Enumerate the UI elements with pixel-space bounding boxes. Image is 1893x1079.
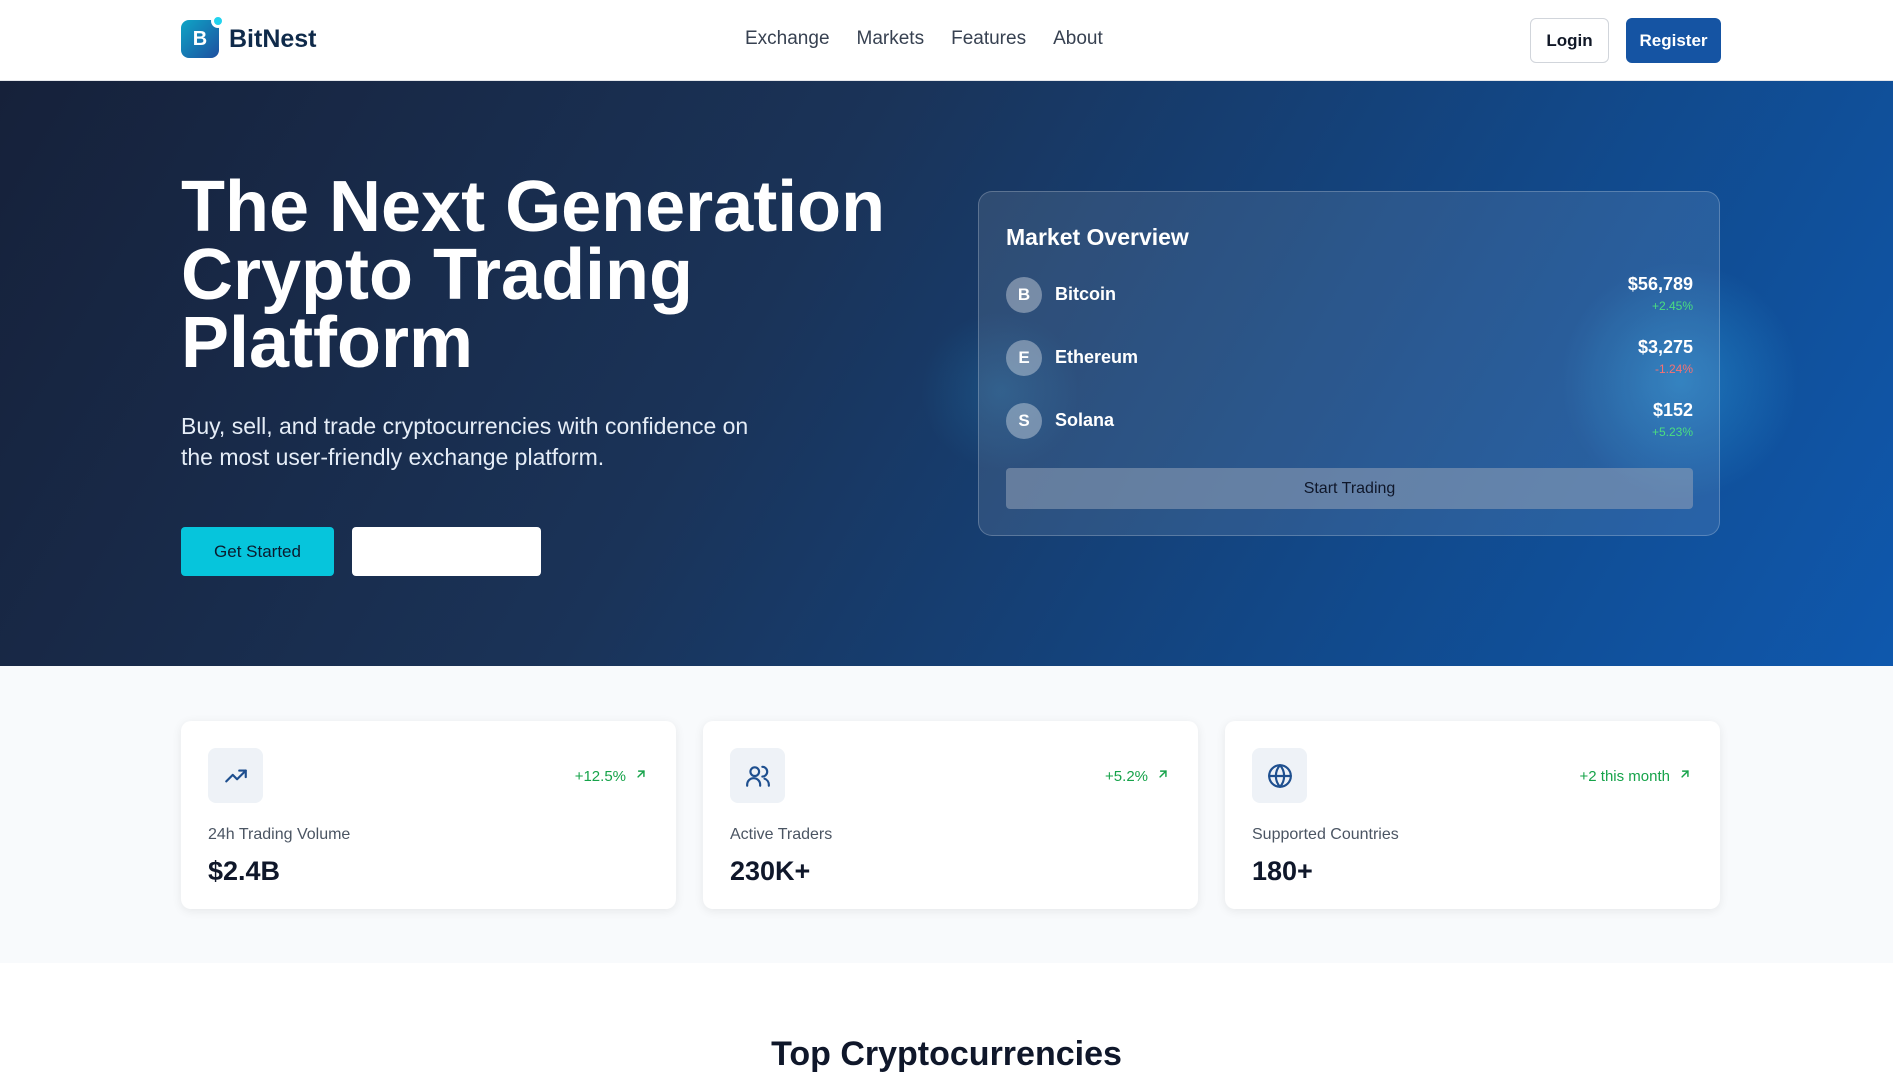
stat-change: +5.2%	[1105, 767, 1170, 785]
nav-exchange[interactable]: Exchange	[745, 28, 830, 50]
users-icon	[730, 748, 785, 803]
coin-name: Ethereum	[1055, 347, 1139, 367]
stat-value: $2.4B	[208, 856, 281, 886]
hero-title: The Next Generation Crypto Trading Platf…	[181, 167, 886, 383]
hero-subtitle: Buy, sell, and trade cryptocurrencies wi…	[181, 413, 749, 470]
coin-price: $56,789	[1627, 274, 1693, 294]
secondary-hero-button[interactable]	[352, 527, 541, 576]
market-overview-title: Market Overview	[1006, 224, 1189, 250]
coin-avatar: E	[1006, 340, 1042, 376]
hero-section: The Next Generation Crypto Trading Platf…	[0, 81, 1893, 666]
nav-features[interactable]: Features	[951, 28, 1026, 50]
stats-section: +12.5% 24h Trading Volume $2.4B +5.2% Ac…	[0, 666, 1893, 963]
start-trading-button[interactable]: Start Trading	[1006, 468, 1693, 509]
top-navbar: B BitNest Exchange Markets Features Abou…	[0, 0, 1893, 81]
coin-price: $152	[1652, 400, 1693, 420]
brand-logo[interactable]: B BitNest	[181, 14, 317, 58]
stat-value: 230K+	[730, 856, 811, 886]
coin-avatar: S	[1006, 403, 1042, 439]
coin-change: +5.23%	[1651, 425, 1693, 439]
main-nav: Exchange Markets Features About	[745, 28, 1103, 50]
logo-mark: B	[181, 14, 225, 58]
get-started-button[interactable]: Get Started	[181, 527, 334, 576]
coin-avatar: B	[1006, 277, 1042, 313]
logo-dot	[211, 14, 225, 28]
stat-label: Active Traders	[730, 826, 833, 843]
stat-card-countries: +2 this month Supported Countries 180+	[1225, 721, 1720, 909]
stat-change-value: +2 this month	[1579, 767, 1670, 785]
stat-change-value: +12.5%	[574, 767, 626, 785]
arrow-up-right-icon	[1678, 767, 1692, 785]
arrow-up-right-icon	[1156, 767, 1170, 785]
nav-about[interactable]: About	[1053, 28, 1103, 50]
nav-markets[interactable]: Markets	[857, 28, 925, 50]
coin-change: +2.45%	[1651, 299, 1693, 313]
stat-label: Supported Countries	[1252, 826, 1399, 843]
register-button[interactable]: Register	[1626, 18, 1721, 63]
stat-change: +12.5%	[575, 767, 648, 785]
coin-change: -1.24%	[1654, 362, 1693, 376]
stat-change: +2 this month	[1580, 767, 1692, 785]
stat-value: 180+	[1252, 856, 1313, 886]
stat-card-traders: +5.2% Active Traders 230K+	[703, 721, 1198, 909]
login-button[interactable]: Login	[1530, 18, 1609, 63]
coin-row-bitcoin[interactable]: B Bitcoin $56,789 +2.45%	[1006, 271, 1693, 321]
globe-icon	[1252, 748, 1307, 803]
logo-letter: B	[192, 27, 208, 50]
stat-card-volume: +12.5% 24h Trading Volume $2.4B	[181, 721, 676, 909]
stat-change-value: +5.2%	[1105, 767, 1148, 785]
coin-price: $3,275	[1637, 337, 1693, 357]
top-cryptocurrencies-heading: Top Cryptocurrencies	[771, 1035, 1122, 1073]
stat-label: 24h Trading Volume	[208, 826, 351, 843]
coin-row-solana[interactable]: S Solana $152 +5.23%	[1006, 397, 1693, 447]
trending-up-icon	[208, 748, 263, 803]
market-overview-card: Market Overview B Bitcoin $56,789 +2.45%…	[978, 191, 1720, 536]
coin-row-ethereum[interactable]: E Ethereum $3,275 -1.24%	[1006, 334, 1693, 384]
brand-name: BitNest	[229, 24, 317, 53]
coin-name: Bitcoin	[1055, 284, 1116, 304]
coin-name: Solana	[1055, 410, 1115, 430]
arrow-up-right-icon	[634, 767, 648, 785]
